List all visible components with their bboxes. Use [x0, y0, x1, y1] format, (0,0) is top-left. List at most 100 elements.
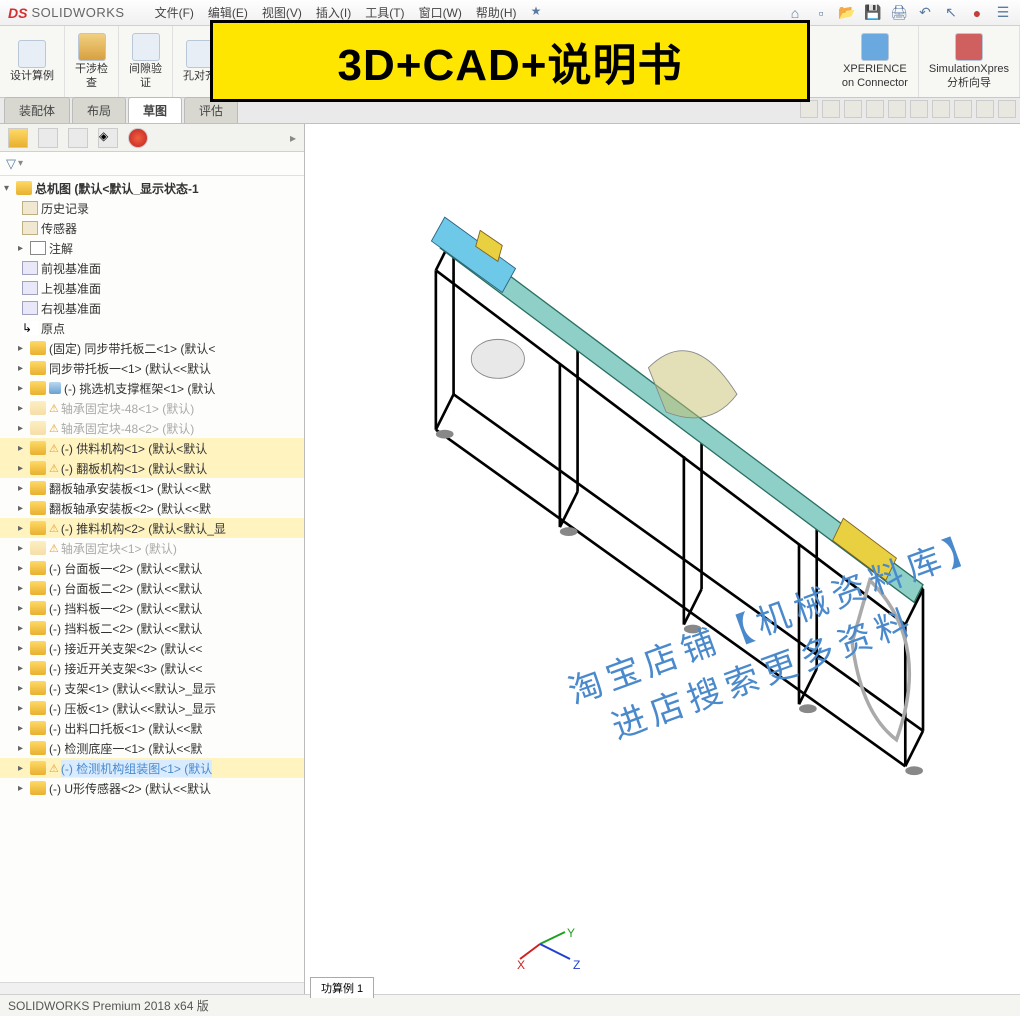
- tree-item-29[interactable]: ▸⚠(-) 检测机构组装图<1> (默认: [0, 758, 304, 778]
- tree-item-19[interactable]: ▸(-) 台面板一<2> (默认<<默认: [0, 558, 304, 578]
- ribbon-design-study[interactable]: 设计算例: [0, 26, 65, 97]
- appearance-tab[interactable]: [128, 128, 148, 148]
- design-study-icon: [18, 40, 46, 68]
- tree-item-20[interactable]: ▸(-) 台面板二<2> (默认<<默认: [0, 578, 304, 598]
- tree-item-8[interactable]: ▸(固定) 同步带托板二<1> (默认<: [0, 338, 304, 358]
- axis-y-label: Y: [567, 926, 575, 940]
- tree-item-23[interactable]: ▸(-) 接近开关支架<2> (默认<<: [0, 638, 304, 658]
- view-tool-3[interactable]: [844, 100, 862, 118]
- tree-item-14[interactable]: ▸⚠(-) 翻板机构<1> (默认<默认: [0, 458, 304, 478]
- tree-item-15[interactable]: ▸翻板轴承安装板<1> (默认<<默: [0, 478, 304, 498]
- menu-help[interactable]: 帮助(H): [476, 4, 517, 21]
- tree-item-25[interactable]: ▸(-) 支架<1> (默认<<默认>_显示: [0, 678, 304, 698]
- select-icon[interactable]: ↖: [942, 5, 960, 21]
- view-tool-7[interactable]: [932, 100, 950, 118]
- menu-search-icon[interactable]: ★: [531, 4, 542, 21]
- feature-tree[interactable]: ▾总机图 (默认<默认_显示状态-1 历史记录 传感器 ▸注解 前视基准面 上视…: [0, 176, 304, 982]
- app-name: SOLIDWORKS: [31, 5, 124, 20]
- tree-item-13[interactable]: ▸⚠(-) 供料机构<1> (默认<默认: [0, 438, 304, 458]
- ribbon-xperience[interactable]: XPERIENCEon Connector: [832, 26, 919, 97]
- menu-file[interactable]: 文件(F): [155, 4, 194, 21]
- filter-row: ▽ ▾: [0, 152, 304, 176]
- quick-access-toolbar: ⌂ ▫ 📂 💾 🖨 ↶ ↖ ● ☰: [786, 5, 1012, 21]
- tree-history[interactable]: 历史记录: [0, 198, 304, 218]
- tree-sensors[interactable]: 传感器: [0, 218, 304, 238]
- view-tool-5[interactable]: [888, 100, 906, 118]
- open-icon[interactable]: 📂: [838, 5, 856, 21]
- tree-item-30[interactable]: ▸(-) U形传感器<2> (默认<<默认: [0, 778, 304, 798]
- simulation-icon: [955, 33, 983, 61]
- tree-item-28[interactable]: ▸(-) 检测底座一<1> (默认<<默: [0, 738, 304, 758]
- menu-edit[interactable]: 编辑(E): [208, 4, 248, 21]
- tree-front-plane[interactable]: 前视基准面: [0, 258, 304, 278]
- undo-icon[interactable]: ↶: [916, 5, 934, 21]
- status-text: SOLIDWORKS Premium 2018 x64 版: [8, 997, 209, 1014]
- horizontal-scroll[interactable]: [0, 982, 304, 994]
- tab-layout[interactable]: 布局: [72, 97, 126, 123]
- main-menu: 文件(F) 编辑(E) 视图(V) 插入(I) 工具(T) 窗口(W) 帮助(H…: [155, 4, 542, 21]
- menu-insert[interactable]: 插入(I): [316, 4, 351, 21]
- ribbon-clearance[interactable]: 间隙验证: [119, 26, 173, 97]
- ribbon: 设计算例 干涉检查 间隙验证 孔对齐 3D+CAD+说明书 XPERIENCEo…: [0, 26, 1020, 98]
- tree-item-11[interactable]: ▸⚠轴承固定块-48<1> (默认): [0, 398, 304, 418]
- feature-manager: ◈ ▸ ▽ ▾ ▾总机图 (默认<默认_显示状态-1 历史记录 传感器 ▸注解 …: [0, 124, 305, 994]
- menu-window[interactable]: 窗口(W): [419, 4, 462, 21]
- tree-item-10[interactable]: ▸(-) 挑选机支撑框架<1> (默认: [0, 378, 304, 398]
- view-tool-1[interactable]: [800, 100, 818, 118]
- interference-icon: [78, 33, 106, 61]
- clearance-icon: [132, 33, 160, 61]
- collapse-icon[interactable]: ▸: [290, 131, 296, 145]
- view-tool-9[interactable]: [976, 100, 994, 118]
- property-tab[interactable]: [38, 128, 58, 148]
- tab-sketch[interactable]: 草图: [128, 97, 182, 123]
- tree-item-16[interactable]: ▸翻板轴承安装板<2> (默认<<默: [0, 498, 304, 518]
- options-icon[interactable]: ☰: [994, 5, 1012, 21]
- ribbon-interference[interactable]: 干涉检查: [65, 26, 119, 97]
- motion-study-tab[interactable]: 功算例 1: [310, 977, 374, 998]
- tree-item-27[interactable]: ▸(-) 出料口托板<1> (默认<<默: [0, 718, 304, 738]
- feature-tree-tab[interactable]: [8, 128, 28, 148]
- view-tool-2[interactable]: [822, 100, 840, 118]
- tree-item-17[interactable]: ▸⚠(-) 推料机构<2> (默认<默认_显: [0, 518, 304, 538]
- tree-item-18[interactable]: ▸⚠轴承固定块<1> (默认): [0, 538, 304, 558]
- tree-item-9[interactable]: ▸同步带托板一<1> (默认<<默认: [0, 358, 304, 378]
- tree-annotations[interactable]: ▸注解: [0, 238, 304, 258]
- rebuild-icon[interactable]: ●: [968, 5, 986, 21]
- tree-top-plane[interactable]: 上视基准面: [0, 278, 304, 298]
- axis-x-label: X: [517, 958, 525, 972]
- main-area: ◈ ▸ ▽ ▾ ▾总机图 (默认<默认_显示状态-1 历史记录 传感器 ▸注解 …: [0, 124, 1020, 994]
- tree-right-plane[interactable]: 右视基准面: [0, 298, 304, 318]
- view-tool-4[interactable]: [866, 100, 884, 118]
- tree-item-12[interactable]: ▸⚠轴承固定块-48<2> (默认): [0, 418, 304, 438]
- filter-dropdown-icon[interactable]: ▾: [18, 158, 23, 169]
- tree-item-26[interactable]: ▸(-) 压板<1> (默认<<默认>_显示: [0, 698, 304, 718]
- tree-item-22[interactable]: ▸(-) 挡料板二<2> (默认<<默认: [0, 618, 304, 638]
- menu-tools[interactable]: 工具(T): [365, 4, 404, 21]
- tree-root[interactable]: ▾总机图 (默认<默认_显示状态-1: [0, 178, 304, 198]
- tree-item-21[interactable]: ▸(-) 挡料板一<2> (默认<<默认: [0, 598, 304, 618]
- print-icon[interactable]: 🖨: [890, 5, 908, 21]
- graphics-viewport[interactable]: 淘宝店铺【机械资料库】 进店搜索更多资料 X Y Z: [305, 124, 1020, 994]
- promo-banner: 3D+CAD+说明书: [210, 20, 810, 102]
- xperience-icon: [861, 33, 889, 61]
- view-tool-6[interactable]: [910, 100, 928, 118]
- view-tool-8[interactable]: [954, 100, 972, 118]
- menu-view[interactable]: 视图(V): [262, 4, 302, 21]
- config-tab[interactable]: [68, 128, 88, 148]
- view-toolbar: [800, 100, 1016, 118]
- model-rendering: [365, 164, 985, 784]
- tab-assembly[interactable]: 装配体: [4, 97, 70, 123]
- home-icon[interactable]: ⌂: [786, 5, 804, 21]
- dim-tab[interactable]: ◈: [98, 128, 118, 148]
- status-bar: SOLIDWORKS Premium 2018 x64 版: [0, 994, 1020, 1016]
- ribbon-simulation[interactable]: SimulationXpres分析向导: [919, 26, 1020, 97]
- axis-z-label: Z: [573, 958, 580, 972]
- save-icon[interactable]: 💾: [864, 5, 882, 21]
- view-tool-10[interactable]: [998, 100, 1016, 118]
- manager-tabs: ◈ ▸: [0, 124, 304, 152]
- app-logo: DS: [8, 5, 27, 21]
- tree-origin[interactable]: ↳原点: [0, 318, 304, 338]
- tree-item-24[interactable]: ▸(-) 接近开关支架<3> (默认<<: [0, 658, 304, 678]
- filter-icon[interactable]: ▽: [6, 156, 16, 172]
- new-icon[interactable]: ▫: [812, 5, 830, 21]
